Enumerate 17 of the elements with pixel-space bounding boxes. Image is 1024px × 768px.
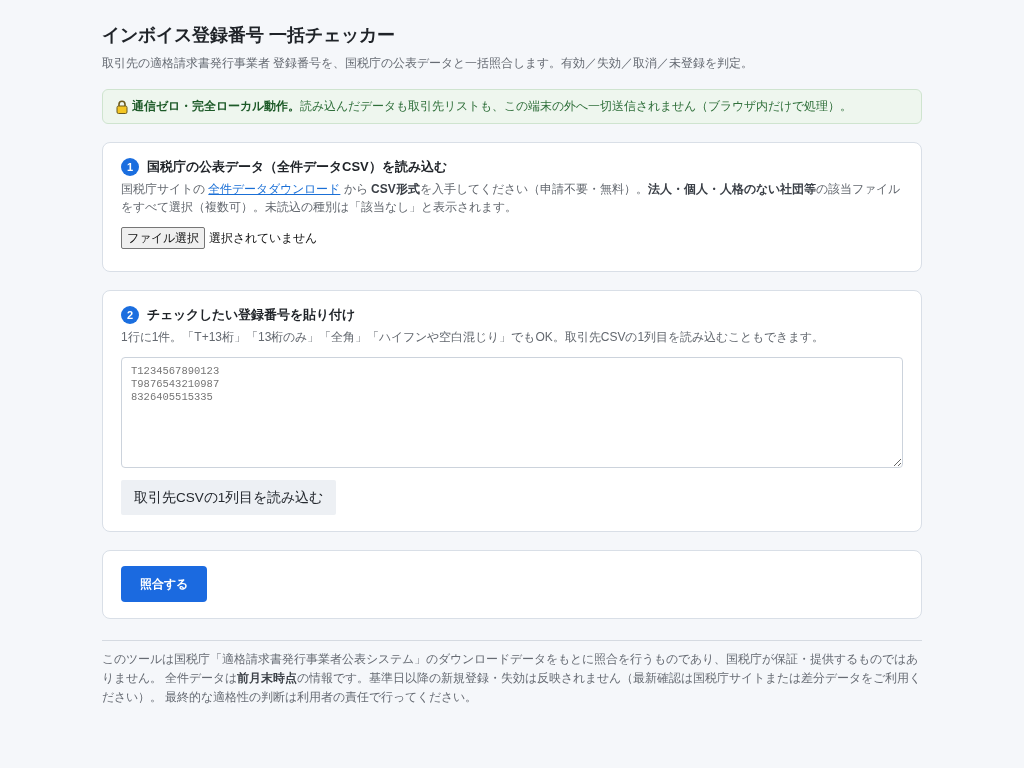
- step-description: 1行に1件。「T+13桁」「13桁のみ」「全角」「ハイフンや空白混じり」でもOK。取引先CSVの1列目を読み込むこともできます。: [121, 329, 826, 346]
- lock-icon: [116, 99, 128, 114]
- load-csv-button[interactable]: 取引先CSVの1列目を読み込む: [121, 480, 337, 515]
- step-title: チェックしたい登録番号を貼り付け: [147, 306, 355, 324]
- notice-text: 通信ゼロ・完全ローカル動作。読み込んだデータも取引先リストも、この端末の外へ一切送信されません（ブラウザ内だけで処理）。: [132, 98, 852, 115]
- registration-numbers-field[interactable]: T1234567890123 T9876543210987 8326405515335: [121, 357, 903, 468]
- file-select-button[interactable]: ファイル選択: [121, 227, 205, 249]
- download-link[interactable]: 全件データダウンロード: [208, 182, 341, 196]
- page-subtitle: 取引先の適格請求書発行事業者 登録番号を、国税庁の公表データと一括照合します。有効／失効／取消／未登録を判定。: [102, 55, 755, 72]
- check-button[interactable]: 照合する: [121, 566, 207, 602]
- step-description: 国税庁サイトの 全件データダウンロード から CSV形式を入手してください（申請不要・無料）。法人・個人・人格のない社団等の該当ファイルをすべて選択（複数可）。未読込の種別は「該当なし」と表示されます。: [121, 181, 901, 216]
- step-number: 1: [121, 158, 139, 176]
- file-status-text: 選択されていません: [209, 229, 317, 247]
- step-title: 国税庁の公表データ（全件データCSV）を読み込む: [147, 158, 447, 176]
- page-title: インボイス登録番号 一括チェッカー: [102, 24, 396, 47]
- step-number: 2: [121, 306, 139, 324]
- disclaimer-text: このツールは国税庁「適格請求書発行事業者公表システム」のダウンロードデータをもとに照合を行うものであり、国税庁が保証・提供するものではありません。 全件データは前月末時点の情報です。基準日以降の新規登録・失効は反映されません（最新確認は国税庁サイトまたは差分データをご利用ください）。 最終的な適格性の判断は利用者の責任で行ってください。: [102, 652, 922, 706]
